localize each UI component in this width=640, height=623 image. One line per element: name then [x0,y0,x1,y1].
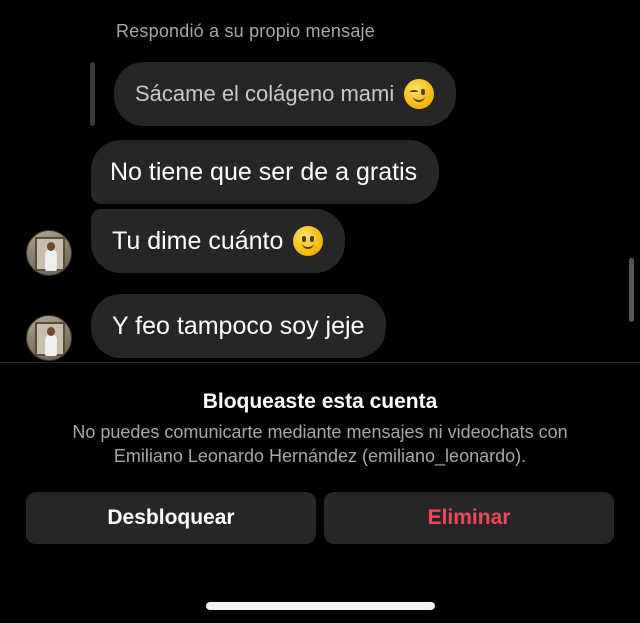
avatar[interactable] [26,315,72,361]
message-bubble[interactable]: Y feo tampoco soy jeje [91,294,387,358]
avatar[interactable] [26,230,72,276]
slightly-smiling-face-emoji [293,226,324,256]
scrollbar[interactable] [629,258,634,322]
unblock-button[interactable]: Desbloquear [26,492,316,544]
delete-button[interactable]: Eliminar [324,492,614,544]
reply-quote-bar [90,62,95,126]
winking-face-emoji [404,79,435,109]
message-text: No tiene que ser de a gratis [110,157,418,186]
quoted-message-bubble[interactable]: Sácame el colágeno mami [114,62,457,126]
message-text: Sácame el colágeno mami [135,81,395,106]
message-bubble[interactable]: No tiene que ser de a gratis [91,140,440,204]
divider [0,362,640,363]
home-indicator[interactable] [206,602,435,610]
message-text: Y feo tampoco soy jeje [112,311,365,340]
message-text: Tu dime cuánto [112,226,284,255]
reply-note: Respondió a su propio mensaje [116,21,375,41]
blocked-title: Bloqueaste esta cuenta [202,390,438,413]
blocked-description: No puedes comunicarte mediante mensajes … [72,422,568,466]
message-bubble[interactable]: Tu dime cuánto [91,209,346,273]
